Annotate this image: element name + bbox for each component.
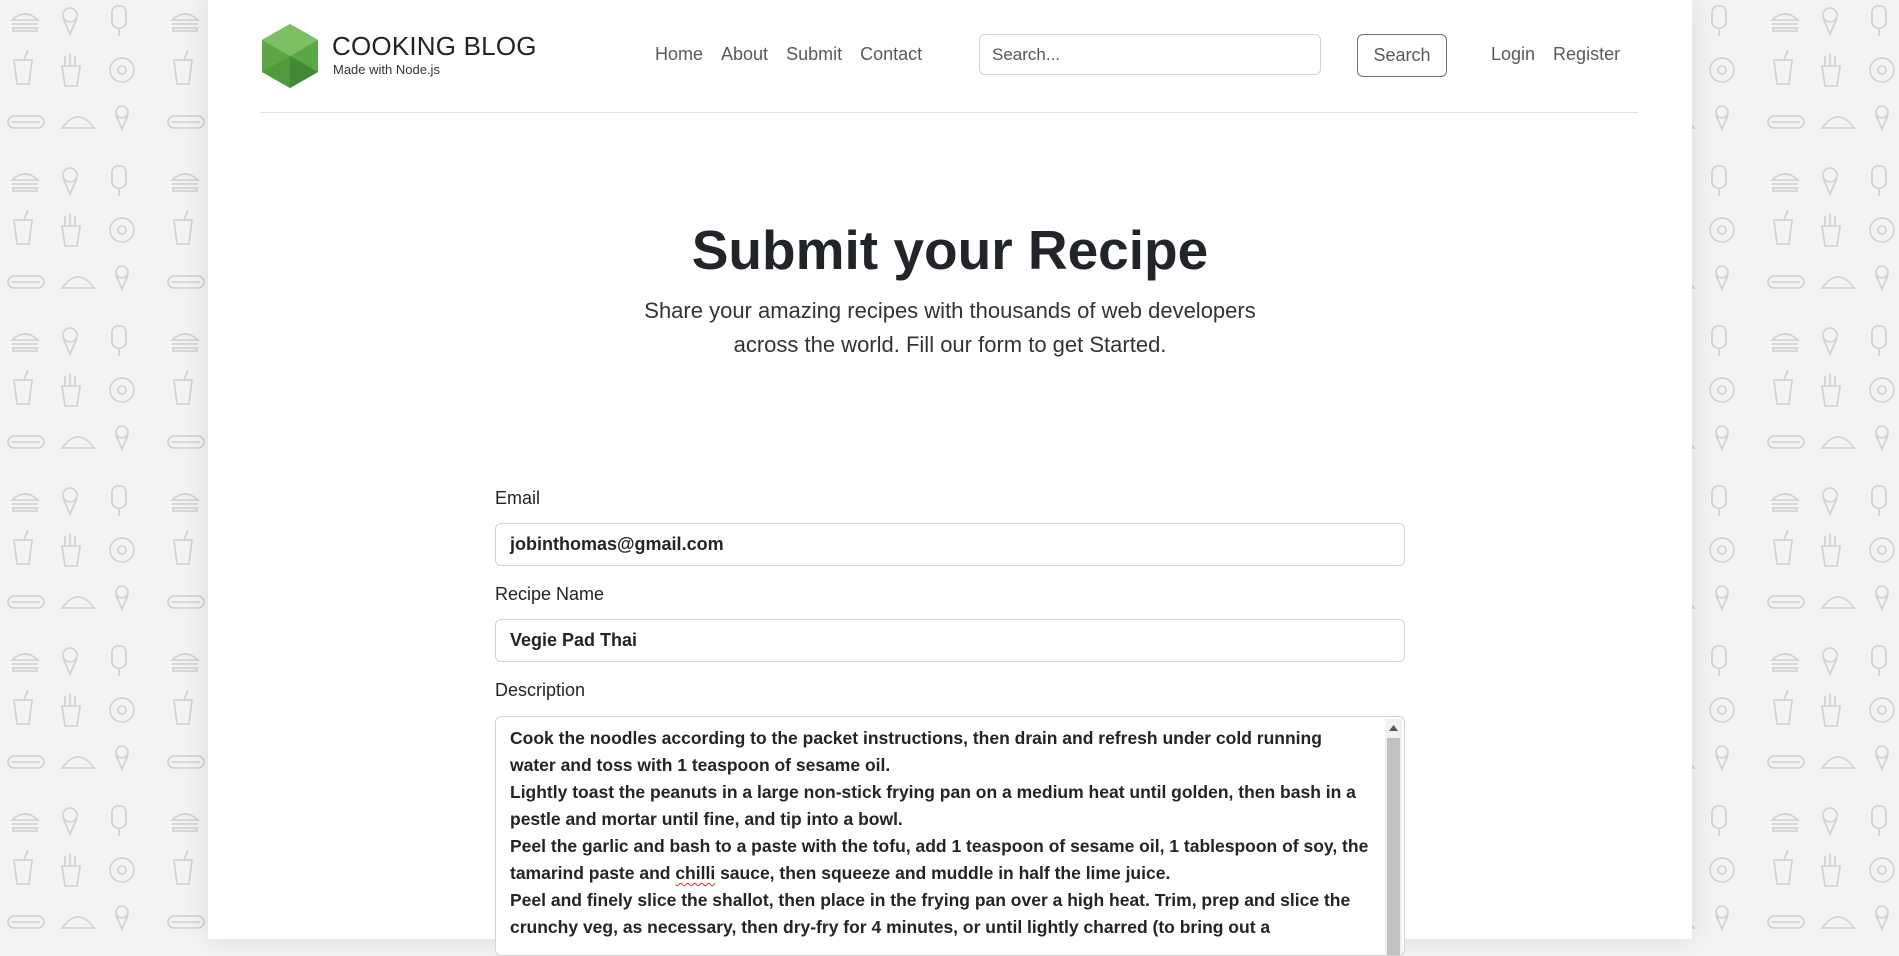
- email-label: Email: [495, 488, 541, 508]
- description-paragraph: Cook the noodles according to the packet…: [510, 728, 1322, 775]
- description-label: Description: [495, 680, 586, 700]
- nav-submit[interactable]: Submit: [777, 44, 851, 65]
- search-button[interactable]: Search: [1357, 34, 1447, 77]
- search-input[interactable]: [979, 34, 1321, 75]
- page-title: Submit your Recipe: [691, 219, 1209, 281]
- login-link[interactable]: Login: [1482, 44, 1544, 65]
- brand-subtitle: Made with Node.js: [333, 62, 440, 77]
- register-link[interactable]: Register: [1544, 44, 1629, 65]
- textarea-scrollbar[interactable]: [1385, 719, 1402, 955]
- description-paragraph: Peel the garlic and bash to a paste with…: [510, 833, 1372, 887]
- recipe-name-field[interactable]: Vegie Pad Thai: [495, 619, 1405, 662]
- page-container: COOKING BLOG Made with Node.js Home Abou…: [208, 0, 1692, 956]
- description-paragraph: Lightly toast the peanuts in a large non…: [510, 782, 1356, 829]
- recipe-name-label: Recipe Name: [495, 584, 605, 604]
- main-nav: Home About Submit Contact: [646, 44, 931, 65]
- auth-links: Login Register: [1482, 44, 1629, 65]
- description-textarea[interactable]: Cook the noodles according to the packet…: [495, 716, 1405, 956]
- scroll-thumb[interactable]: [1387, 738, 1400, 955]
- description-text-part: sauce, then squeeze and muddle in half t…: [715, 863, 1171, 883]
- scroll-up-arrow-icon[interactable]: [1385, 719, 1402, 736]
- site-header: COOKING BLOG Made with Node.js Home Abou…: [260, 0, 1638, 113]
- page-lead: Share your amazing recipes with thousand…: [644, 298, 1256, 357]
- description-paragraph: Peel and finely slice the shallot, then …: [510, 890, 1351, 937]
- nav-contact[interactable]: Contact: [851, 44, 931, 65]
- misspelled-word: chilli: [675, 863, 716, 883]
- description-text: Cook the noodles according to the packet…: [510, 725, 1372, 941]
- email-field[interactable]: jobinthomas@gmail.com: [495, 523, 1405, 566]
- brand-title[interactable]: COOKING BLOG: [332, 31, 537, 62]
- nodejs-hexagon-logo[interactable]: [260, 22, 320, 90]
- nav-home[interactable]: Home: [646, 44, 712, 65]
- nav-about[interactable]: About: [712, 44, 777, 65]
